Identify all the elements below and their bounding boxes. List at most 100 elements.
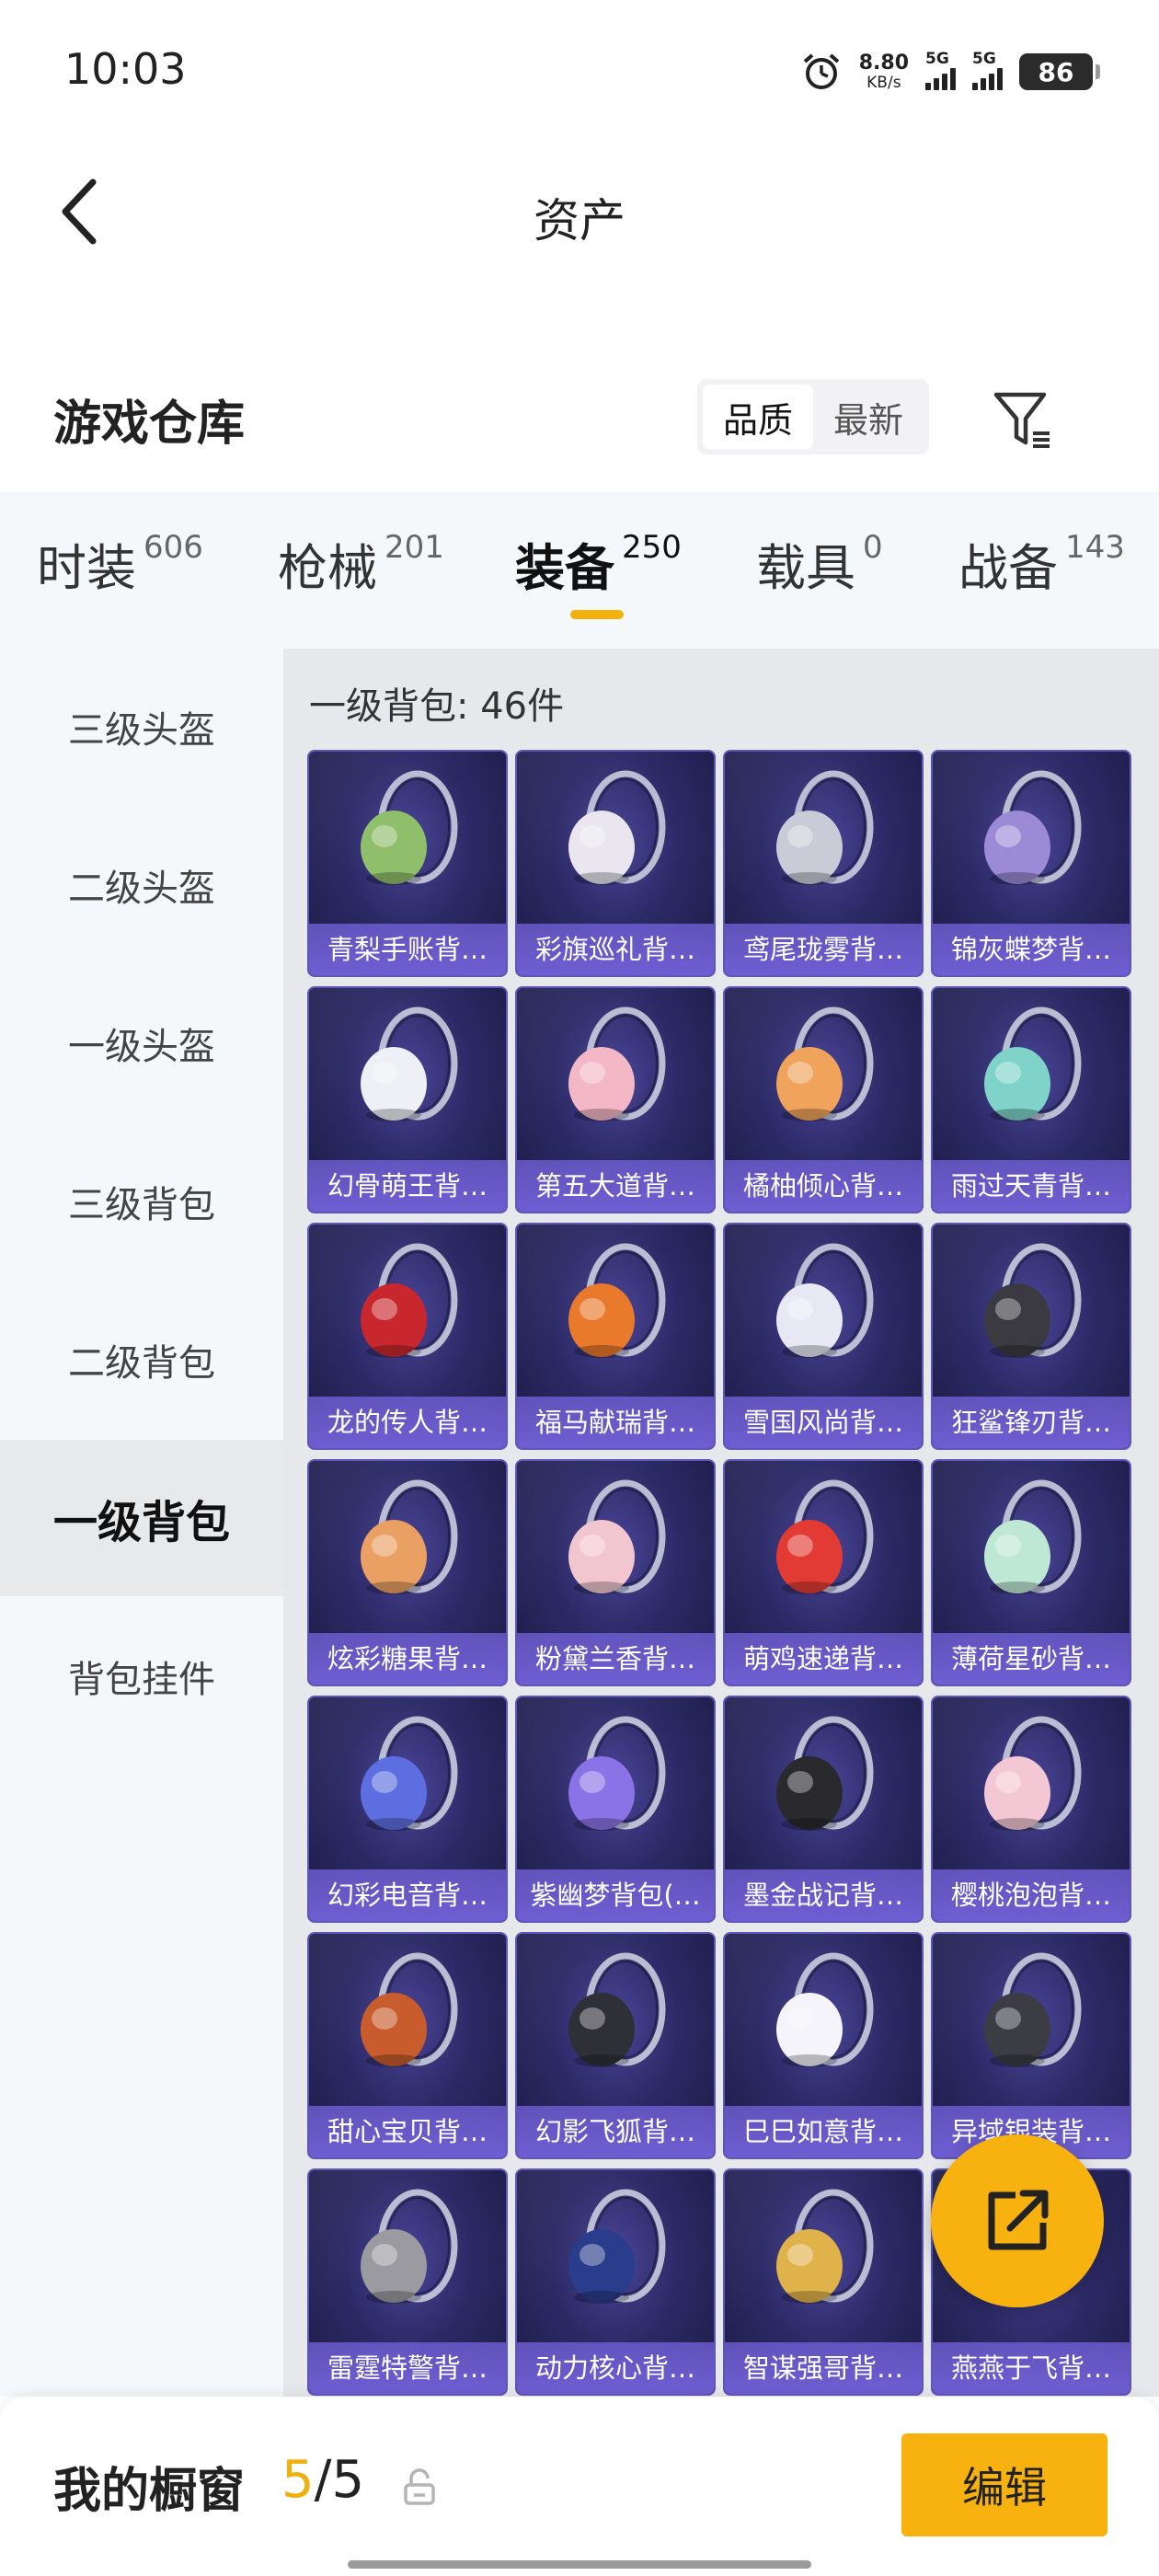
item-card[interactable]: 炫彩糖果背… [307,1459,508,1686]
item-card[interactable]: 雷霆特警背… [307,2168,508,2396]
item-card[interactable]: 幻骨萌王背… [307,986,508,1213]
home-indicator [348,2560,811,2569]
mascot-backpack-icon [776,2189,874,2304]
tab-label: 装备 [515,539,614,597]
edit-button[interactable]: 编辑 [901,2433,1107,2536]
item-name: 薄荷星砂背… [933,1633,1130,1685]
item-card[interactable]: 第五大道背… [515,986,716,1213]
sidebar-item-level2-helmet[interactable]: 二级头盔 [0,807,283,963]
dragon-backpack-icon [361,1243,458,1358]
item-card[interactable]: 墨金战记背… [723,1696,924,1923]
item-card[interactable]: 彩旗巡礼背… [515,750,716,977]
tab-fashion[interactable]: 时装 606 [37,527,203,600]
tab-equipment[interactable]: 装备 250 [515,527,682,600]
item-name: 燕燕于飞背… [933,2342,1130,2394]
horse-backpack-icon [568,1243,666,1358]
item-name: 萌鸡速递背… [725,1633,922,1685]
cherry-bow-backpack-icon [984,1716,1082,1831]
item-name: 龙的传人背… [309,1397,506,1448]
sidebar: 三级头盔 二级头盔 一级头盔 三级背包 二级背包 一级背包 背包挂件 [0,649,283,2397]
signal-icon-1: 5G [925,50,956,90]
signal-label-1: 5G [925,50,949,68]
quilted-backpack-icon [568,1006,666,1121]
item-card[interactable]: 萌鸡速递背… [723,1459,924,1686]
item-card[interactable]: 橘柚倾心背… [723,986,924,1213]
iris-backpack-icon [776,770,874,885]
item-card[interactable]: 狂鲨锋刃背… [931,1223,1131,1450]
sidebar-item-backpack-charm[interactable]: 背包挂件 [0,1598,283,1754]
cupcake-backpack-icon [361,1952,458,2067]
pink-round-backpack-icon [568,1479,666,1594]
sidebar-item-level3-helmet[interactable]: 三级头盔 [0,649,283,805]
item-name: 动力核心背… [517,2342,714,2394]
sidebar-item-level1-helmet[interactable]: 一级头盔 [0,965,283,1121]
item-card[interactable]: 龙的传人背… [307,1223,508,1450]
speaker-backpack-icon [361,1716,458,1831]
snow-backpack-icon [776,1243,874,1358]
item-card[interactable]: 雨过天青背… [931,986,1131,1213]
item-card[interactable]: 智谋强哥背… [723,2168,924,2396]
item-card[interactable]: 动力核心背… [515,2168,716,2396]
item-card[interactable]: 樱桃泡泡背… [931,1696,1131,1923]
sort-option-quality[interactable]: 品质 [703,385,813,449]
purple-orb-backpack-icon [568,1716,666,1831]
sidebar-item-level1-backpack[interactable]: 一级背包 [0,1440,283,1596]
tab-firearms[interactable]: 枪械 201 [278,527,444,600]
celadon-backpack-icon [984,1006,1082,1121]
tab-count: 201 [384,529,444,566]
net-speed-value: 8.80 [858,51,909,75]
item-card[interactable]: 锦灰蝶梦背… [931,750,1131,977]
sidebar-item-level2-backpack[interactable]: 二级背包 [0,1282,283,1438]
tab-label: 载具 [756,539,855,597]
sidebar-item-level3-backpack[interactable]: 三级背包 [0,1123,283,1280]
tab-count: 143 [1065,529,1125,566]
item-name: 福马献瑞背… [517,1397,714,1448]
sort-option-newest[interactable]: 最新 [813,385,924,449]
filter-button[interactable] [984,381,1061,458]
status-icons: 8.80 KB/s 5G 5G 86 [800,46,1100,98]
item-card[interactable]: 幻影飞狐背… [515,1932,716,2159]
showcase-current: 5 [281,2450,315,2510]
item-card[interactable]: 薄荷星砂背… [931,1459,1131,1686]
item-name: 雨过天青背… [933,1160,1130,1212]
chick-backpack-icon [776,1479,874,1594]
donut-backpack-icon [361,1479,458,1594]
active-tab-indicator [570,610,624,619]
shark-backpack-icon [984,1243,1082,1358]
fox-backpack-icon [568,1952,666,2067]
item-card[interactable]: 粉黛兰香背… [515,1459,716,1686]
signal-icon-2: 5G [972,50,1003,90]
item-name: 雷霆特警背… [309,2342,506,2394]
battery-icon: 86 [1019,53,1100,90]
alarm-clock-icon [803,53,840,89]
item-card[interactable]: 紫幽梦背包(… [515,1696,716,1923]
sort-toggle: 品质 最新 [697,379,929,454]
item-card[interactable]: 雪国风尚背… [723,1223,924,1450]
swat-backpack-icon [361,2189,458,2304]
top-header: 资产 [0,138,1159,285]
section-header: 游戏仓库 品质 最新 [0,359,1159,478]
item-card[interactable]: 甜心宝贝背… [307,1932,508,2159]
showcase-count: 5/5 [281,2450,364,2510]
snake-backpack-icon [776,1952,874,2067]
panel-caption: 一级背包: 46件 [309,685,565,728]
item-card[interactable]: 巳巳如意背… [723,1932,924,2159]
item-card[interactable]: 福马献瑞背… [515,1223,716,1450]
tab-count: 0 [863,529,883,566]
item-card[interactable]: 青梨手账背… [307,750,508,977]
showcase-bar: 我的橱窗 5/5 编辑 [0,2397,1159,2576]
tab-vehicles[interactable]: 载具 0 [756,527,883,600]
item-name: 墨金战记背… [725,1869,922,1921]
item-name: 巳巳如意背… [725,2106,922,2157]
item-name: 第五大道背… [517,1160,714,1212]
item-card[interactable]: 幻彩电音背… [307,1696,508,1923]
item-card[interactable]: 鸢尾珑雾背… [723,750,924,977]
item-card[interactable]: 异域银装背… [931,1932,1131,2159]
share-fab[interactable] [931,2134,1104,2307]
section-title: 游戏仓库 [53,397,246,452]
tab-preparation[interactable]: 战备 143 [958,527,1125,600]
tab-label: 时装 [37,539,136,597]
tab-count: 606 [143,529,203,566]
tab-label: 战备 [958,539,1058,597]
citrus-backpack-icon [776,1006,874,1121]
